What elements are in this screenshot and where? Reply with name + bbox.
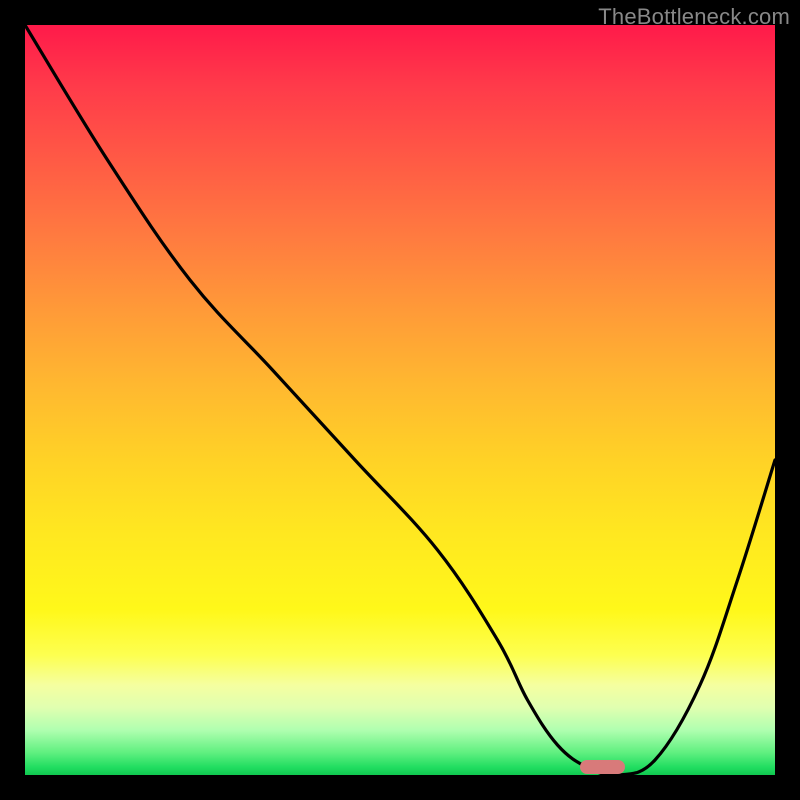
watermark-text: TheBottleneck.com: [598, 4, 790, 30]
chart-container: TheBottleneck.com: [0, 0, 800, 800]
plot-area: [25, 25, 775, 775]
optimal-marker: [580, 760, 625, 774]
bottleneck-curve: [25, 25, 775, 775]
